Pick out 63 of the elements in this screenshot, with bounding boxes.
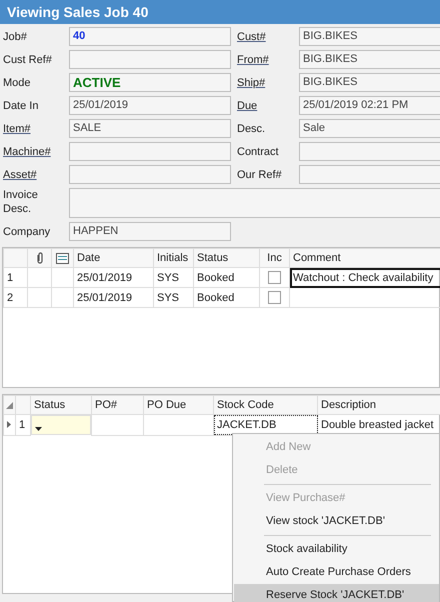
input-field[interactable] [69,50,231,69]
field-label: Date In [3,98,40,112]
row-number: 2 [4,288,28,308]
field-label: Desc. [237,122,266,136]
column-header[interactable]: PO Due [144,396,214,414]
column-header[interactable]: Status [30,396,92,414]
input-field[interactable]: 40 [69,27,231,46]
column-header[interactable]: Initials [154,248,194,268]
table-cell: Booked [194,268,260,288]
field-label: Contract [237,144,280,158]
field-link[interactable]: Machine# [3,144,69,158]
caret-icon[interactable] [35,426,42,430]
note-icon [56,252,69,264]
column-header[interactable]: Description [318,396,440,414]
column-header[interactable]: PO# [92,396,144,414]
column-header[interactable]: Date [74,248,154,268]
table-cell: Booked [194,288,260,308]
field-link[interactable]: From# [237,52,299,66]
table-cell: 25/01/2019 [74,288,154,308]
input-field[interactable]: Sale [299,119,440,138]
field-label: Mode [3,76,32,90]
row-number: 1 [4,268,28,288]
field-label: Job# [3,30,28,44]
column-header[interactable]: Stock Code [214,396,318,414]
menu-item[interactable]: Stock availability [234,538,439,561]
input-field[interactable]: BIG.BIKES [299,73,440,92]
dropdown-field[interactable] [31,415,91,435]
input-field[interactable]: SALE [69,119,231,138]
window-title: Viewing Sales Job 40 [0,0,440,24]
text-area[interactable] [69,188,440,218]
menu-item[interactable]: View stock 'JACKET.DB' [234,510,439,538]
input-field[interactable]: ACTIVE [69,73,231,92]
column-header[interactable]: Status [194,248,260,268]
input-field[interactable]: BIG.BIKES [299,27,440,46]
input-field[interactable]: 25/01/2019 [69,96,231,115]
table-cell: SYS [154,288,194,308]
column-header[interactable]: Inc [260,248,290,268]
input-field[interactable] [299,142,440,161]
field-label: Company [3,224,52,238]
field-label: Invoice Desc. [3,188,39,216]
field-link[interactable]: Ship# [237,76,299,90]
field-link[interactable]: Due [237,98,299,112]
field-link[interactable]: Cust# [237,30,299,44]
input-field[interactable] [69,142,231,161]
table-cell: 25/01/2019 [74,268,154,288]
input-field[interactable] [299,165,440,184]
paperclip-icon [36,252,44,264]
input-field[interactable]: 25/01/2019 02:21 PM [299,96,440,115]
menu-item[interactable]: Auto Create Purchase Orders [234,561,439,584]
menu-item[interactable]: Reserve Stock 'JACKET.DB' [234,584,439,602]
field-label: Cust Ref# [3,52,53,66]
field-link[interactable]: Item# [3,122,69,136]
checkbox[interactable] [268,271,281,284]
column-header[interactable]: Comment [290,248,440,268]
checkbox[interactable] [268,291,281,304]
table-cell: Watchout : Check availability [290,268,440,288]
input-field[interactable]: HAPPEN [69,222,231,241]
table-cell: SYS [154,268,194,288]
field-link[interactable]: Asset# [3,168,69,182]
field-label: Our Ref# [237,168,283,182]
input-field[interactable] [69,165,231,184]
input-field[interactable]: BIG.BIKES [299,50,440,69]
corner-icon [6,402,13,409]
